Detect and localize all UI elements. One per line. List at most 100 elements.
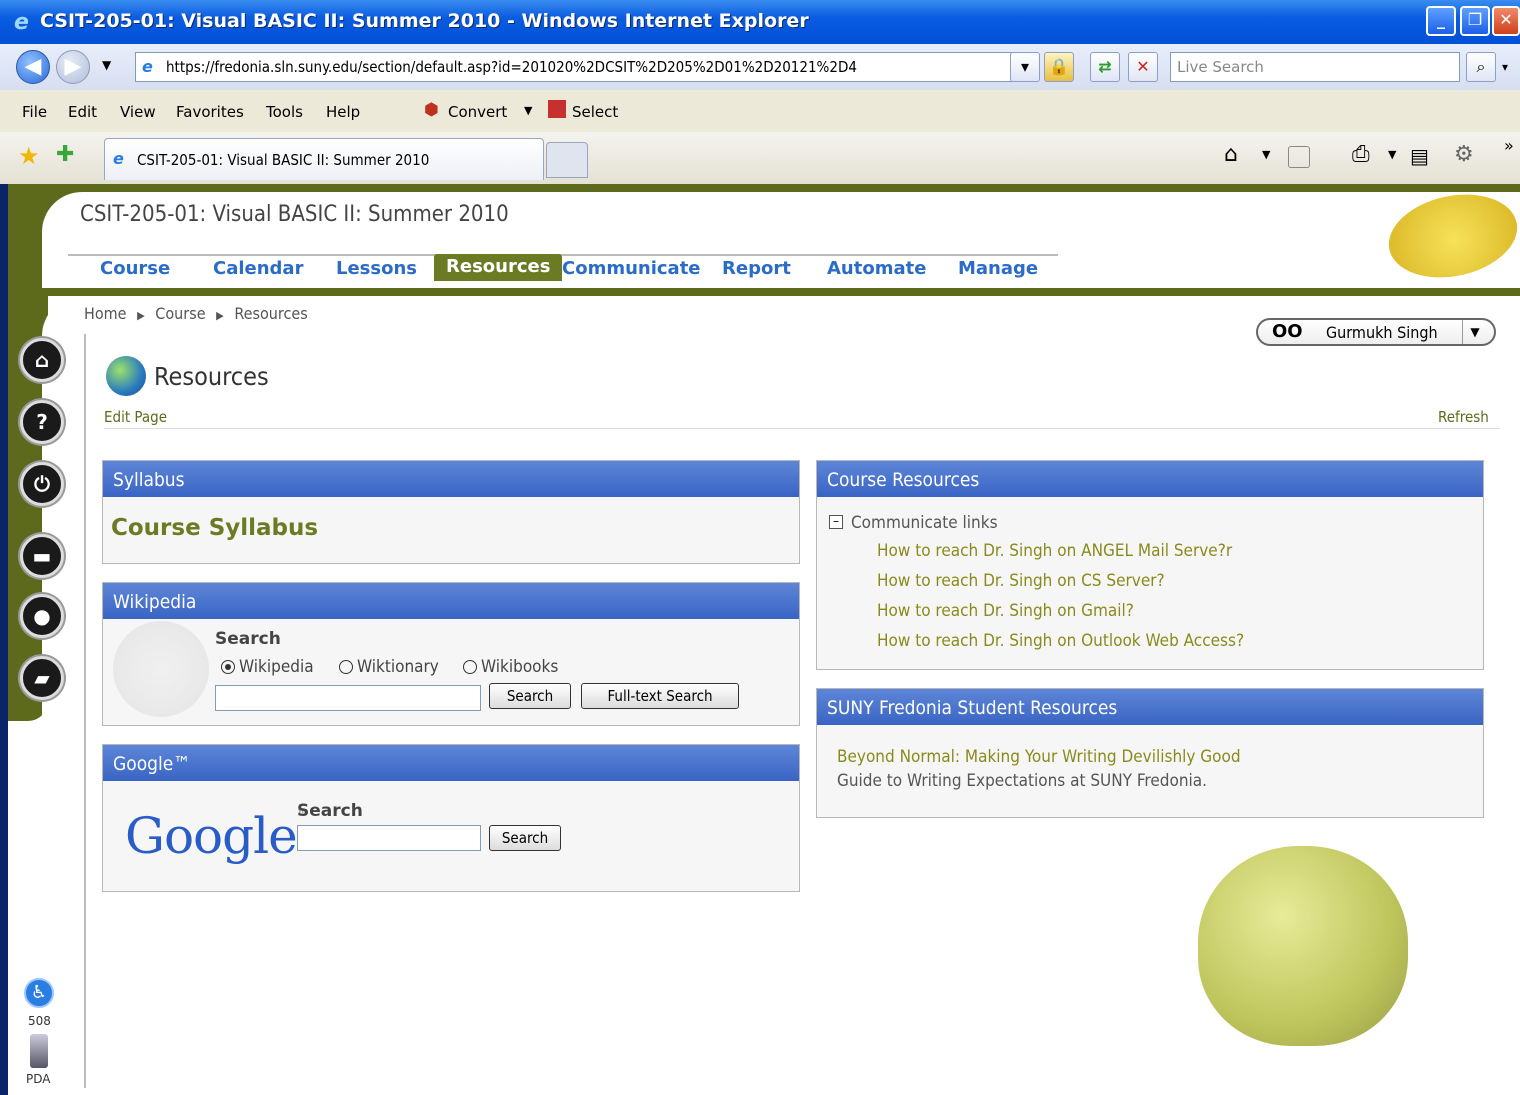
- home-icon[interactable]: ⌂: [1224, 142, 1238, 167]
- address-dropdown-icon[interactable]: ▾: [1010, 52, 1040, 82]
- address-url[interactable]: https://fredonia.sln.suny.edu/section/de…: [166, 58, 857, 76]
- refresh-icon[interactable]: ⇄: [1090, 52, 1120, 82]
- pda-icon[interactable]: [30, 1034, 48, 1068]
- search-options-icon[interactable]: ▾: [1502, 60, 1508, 74]
- collapse-icon[interactable]: –: [829, 515, 843, 529]
- google-panel: Google™ Google™ Search Search: [102, 744, 800, 892]
- menu-view[interactable]: View: [120, 103, 156, 121]
- google-search-label: Search: [297, 801, 363, 821]
- content-left-border: [84, 334, 86, 1088]
- folder-icon[interactable]: ▬: [20, 534, 64, 578]
- address-toolbar: ◀ ▶ ▼ e https://fredonia.sln.suny.edu/se…: [0, 44, 1520, 90]
- refresh-link[interactable]: Refresh: [1438, 408, 1489, 426]
- search-icon[interactable]: ⌕: [1466, 52, 1496, 82]
- home-dropdown-icon[interactable]: ▼: [1262, 148, 1270, 161]
- power-icon[interactable]: ⏻: [20, 462, 64, 506]
- breadcrumb-course[interactable]: Course: [155, 304, 205, 323]
- syllabus-header: Syllabus: [103, 461, 799, 497]
- link-gmail[interactable]: How to reach Dr. Singh on Gmail?: [877, 601, 1134, 621]
- browser-tab-active[interactable]: e CSIT-205-01: Visual BASIC II: Summer 2…: [104, 138, 544, 180]
- wikipedia-search-input[interactable]: [215, 685, 481, 711]
- accessibility-icon[interactable]: ♿: [24, 978, 54, 1008]
- menu-tools[interactable]: Tools: [266, 103, 303, 121]
- menu-favorites[interactable]: Favorites: [176, 103, 244, 121]
- home-side-icon[interactable]: ⌂: [20, 338, 64, 382]
- forward-button[interactable]: ▶: [56, 50, 90, 84]
- radio-wiktionary[interactable]: Wiktionary: [339, 657, 439, 677]
- convert-button[interactable]: Convert: [448, 103, 507, 121]
- tab-automate[interactable]: Automate: [827, 258, 926, 279]
- feeds-icon[interactable]: [1288, 146, 1310, 168]
- minimize-button[interactable]: _: [1426, 6, 1456, 36]
- tab-title: CSIT-205-01: Visual BASIC II: Summer 201…: [137, 151, 430, 169]
- tab-favicon-icon: e: [113, 149, 124, 168]
- lock-icon[interactable]: 🔒: [1044, 52, 1074, 82]
- glasses-icon: OO: [1272, 321, 1303, 342]
- link-angel-mail[interactable]: How to reach Dr. Singh on ANGEL Mail Ser…: [877, 541, 1232, 561]
- wikipedia-panel: Wikipedia Search Wikipedia Wiktionary Wi…: [102, 582, 800, 726]
- history-dropdown-icon[interactable]: ▼: [102, 58, 111, 72]
- menu-edit[interactable]: Edit: [68, 103, 97, 121]
- menu-file[interactable]: File: [22, 103, 47, 121]
- select-icon: [548, 100, 566, 118]
- toolbar-overflow-icon[interactable]: »: [1504, 136, 1514, 155]
- communicate-links-group: Communicate links: [851, 513, 998, 533]
- page-menu-icon[interactable]: ▤: [1410, 144, 1429, 168]
- tab-report[interactable]: Report: [722, 258, 791, 279]
- radio-wikipedia[interactable]: Wikipedia: [221, 657, 314, 677]
- convert-icon: ⬢: [424, 100, 439, 120]
- tab-communicate[interactable]: Communicate: [562, 258, 701, 279]
- link-cs-server[interactable]: How to reach Dr. Singh on CS Server?: [877, 571, 1165, 591]
- breadcrumb-current: Resources: [234, 304, 308, 323]
- back-button[interactable]: ◀: [16, 50, 50, 84]
- address-field[interactable]: e https://fredonia.sln.suny.edu/section/…: [135, 52, 1035, 82]
- chat-icon[interactable]: ▰: [20, 656, 64, 700]
- breadcrumb-home[interactable]: Home: [84, 304, 127, 323]
- user-icon[interactable]: ●: [20, 594, 64, 638]
- apple-image: [1198, 846, 1408, 1046]
- wikipedia-header: Wikipedia: [103, 583, 799, 619]
- radio-wikibooks[interactable]: Wikibooks: [463, 657, 558, 677]
- tools-gear-icon[interactable]: ⚙: [1454, 142, 1474, 167]
- wikipedia-fulltext-button[interactable]: Full-text Search: [581, 683, 739, 709]
- add-favorites-icon[interactable]: ✚: [56, 142, 74, 167]
- course-resources-header: Course Resources: [817, 461, 1483, 497]
- label-508: 508: [28, 1014, 51, 1028]
- close-button[interactable]: ✕: [1492, 6, 1520, 36]
- edit-page-link[interactable]: Edit Page: [104, 408, 167, 426]
- link-outlook-web-access[interactable]: How to reach Dr. Singh on Outlook Web Ac…: [877, 631, 1244, 651]
- favorites-star-icon[interactable]: ★: [18, 142, 40, 170]
- user-menu[interactable]: OO Gurmukh Singh ▼: [1256, 318, 1496, 346]
- stop-icon[interactable]: ✕: [1128, 52, 1158, 82]
- tab-resources[interactable]: Resources: [434, 254, 563, 281]
- live-search-input[interactable]: Live Search: [1170, 52, 1460, 82]
- link-writing-guide[interactable]: Guide to Writing Expectations at SUNY Fr…: [837, 771, 1207, 791]
- convert-dropdown-icon[interactable]: ▼: [524, 104, 532, 117]
- wikipedia-search-button[interactable]: Search: [489, 683, 571, 709]
- print-dropdown-icon[interactable]: ▼: [1388, 148, 1396, 161]
- angel-app: CSIT-205-01: Visual BASIC II: Summer 201…: [8, 183, 1520, 1095]
- link-beyond-normal[interactable]: Beyond Normal: Making Your Writing Devil…: [837, 747, 1241, 767]
- restore-button[interactable]: ❐: [1460, 6, 1490, 36]
- google-logo: Google™: [125, 807, 309, 865]
- google-search-button[interactable]: Search: [489, 825, 561, 851]
- menu-help[interactable]: Help: [326, 103, 360, 121]
- tab-lessons[interactable]: Lessons: [336, 258, 417, 279]
- help-icon[interactable]: ?: [20, 400, 64, 444]
- wikipedia-globe-icon: [113, 621, 209, 717]
- google-search-input[interactable]: [297, 825, 481, 851]
- window-title: CSIT-205-01: Visual BASIC II: Summer 201…: [40, 10, 809, 32]
- nav-underline: [68, 254, 1058, 256]
- tab-calendar[interactable]: Calendar: [213, 258, 303, 279]
- select-button[interactable]: Select: [572, 103, 618, 121]
- breadcrumb: Home ▶ Course ▶ Resources: [84, 304, 308, 323]
- new-tab-button[interactable]: [546, 142, 588, 178]
- breadcrumb-separator-icon: ▶: [216, 309, 224, 322]
- print-icon[interactable]: ⎙: [1352, 142, 1370, 167]
- user-menu-dropdown-icon[interactable]: ▼: [1462, 320, 1487, 344]
- page-favicon-icon: e: [142, 57, 153, 76]
- tab-course[interactable]: Course: [100, 258, 170, 279]
- tab-manage[interactable]: Manage: [958, 258, 1038, 279]
- suny-resources-panel: SUNY Fredonia Student Resources Beyond N…: [816, 688, 1484, 818]
- course-syllabus-link[interactable]: Course Syllabus: [111, 515, 318, 541]
